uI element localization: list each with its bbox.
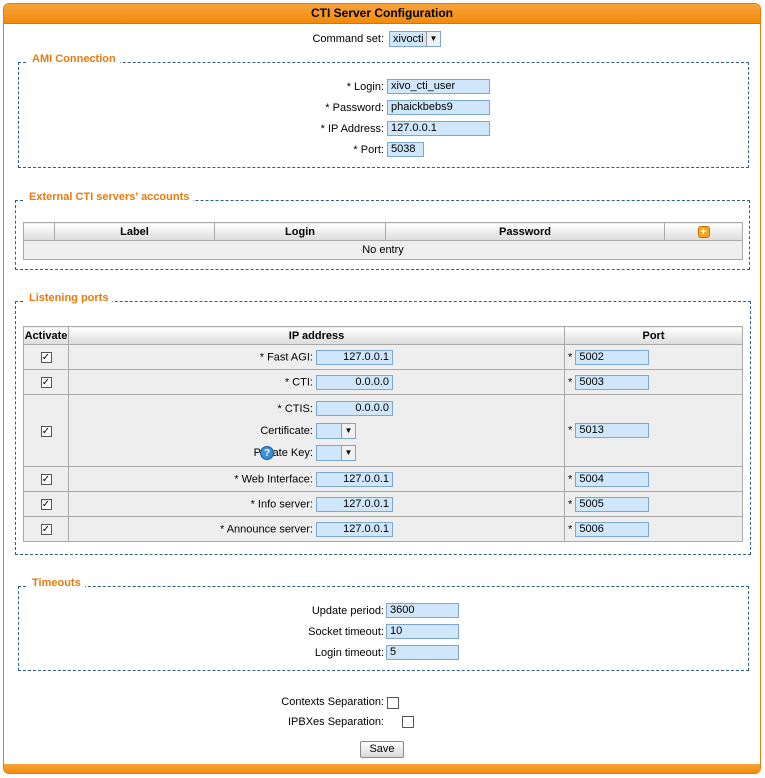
external-col-select [23, 222, 55, 241]
page-title: CTI Server Configuration [4, 4, 760, 24]
fast-agi-label: * Fast AGI: [259, 350, 313, 363]
col-port: Port [564, 326, 743, 345]
port-star: * [568, 497, 573, 510]
listening-ports-legend: Listening ports [25, 292, 113, 304]
command-set-select[interactable]: xivocti ▼ [389, 31, 441, 47]
col-ip-address: IP address [68, 326, 565, 345]
info-server-activate-checkbox[interactable]: ✓ [40, 499, 52, 510]
listening-ports-table: Activate IP address Port ✓ * Fast AGI: 1… [23, 326, 743, 542]
web-interface-activate-checkbox[interactable]: ✓ [40, 474, 52, 485]
ipbxes-separation-checkbox[interactable] [402, 716, 415, 728]
timeouts-legend: Timeouts [28, 577, 85, 589]
cti-ip-input[interactable]: 0.0.0.0 [316, 374, 393, 390]
table-row: ✓ * CTI: 0.0.0.0 * 5003 [23, 369, 743, 395]
announce-server-label: * Announce server: [219, 522, 313, 535]
ipbxes-separation-label: IPBXes Separation: [287, 716, 384, 728]
ami-port-label: * Port: [353, 144, 384, 156]
contexts-separation-label: Contexts Separation: [281, 696, 384, 708]
external-col-login: Login [214, 222, 386, 241]
info-server-ip-input[interactable]: 127.0.0.1 [316, 496, 393, 512]
ctis-port-input[interactable]: 5013 [575, 423, 650, 438]
add-icon[interactable]: + [697, 225, 710, 238]
table-row: ✓ * Info server: 127.0.0.1 * 5005 [23, 491, 743, 517]
cti-port-input[interactable]: 5003 [575, 374, 650, 390]
ami-login-label: * Login: [346, 81, 384, 93]
ami-port-input[interactable]: 5038 [387, 142, 424, 157]
port-star: * [568, 350, 573, 363]
certificate-select[interactable]: ▼ [316, 422, 356, 439]
cti-label: * CTI: [284, 375, 313, 388]
port-star: * [568, 472, 573, 485]
external-accounts-table: Label Login Password + No entry [23, 222, 743, 260]
contexts-separation-checkbox[interactable] [387, 697, 399, 709]
port-star: * [568, 522, 573, 535]
announce-server-port-input[interactable]: 5006 [575, 521, 650, 537]
command-set-label: Command set: [312, 33, 384, 45]
info-server-label: * Info server: [250, 497, 313, 510]
external-empty-row: No entry [23, 240, 743, 260]
table-row: ✓ * Web Interface: 127.0.0.1 * 5004 [23, 466, 743, 492]
cti-config-panel: CTI Server Configuration Command set: xi… [3, 3, 761, 774]
certificate-label: Certificate: [260, 424, 313, 437]
ctis-label: * CTIS: [277, 402, 313, 415]
help-icon[interactable]: ? [260, 445, 274, 460]
chevron-down-icon: ▼ [426, 32, 440, 46]
announce-server-activate-checkbox[interactable]: ✓ [40, 524, 52, 535]
save-button[interactable]: Save [360, 741, 404, 758]
update-period-input[interactable]: 3600 [386, 603, 459, 618]
chevron-down-icon: ▼ [341, 423, 355, 438]
external-cti-legend: External CTI servers' accounts [25, 191, 194, 203]
announce-server-ip-input[interactable]: 127.0.0.1 [316, 521, 393, 537]
private-key-select[interactable]: ▼ [316, 444, 356, 461]
external-col-label: Label [54, 222, 215, 241]
port-star: * [568, 424, 573, 437]
ami-password-input[interactable]: phaickbebs9 [387, 100, 490, 115]
web-interface-ip-input[interactable]: 127.0.0.1 [316, 471, 393, 487]
login-timeout-label: Login timeout: [314, 647, 384, 659]
ami-password-label: * Password: [325, 102, 384, 114]
external-col-add: + [664, 222, 743, 241]
info-server-port-input[interactable]: 5005 [575, 496, 650, 512]
port-star: * [568, 375, 573, 388]
command-set-value: xivocti [393, 33, 424, 45]
col-activate: Activate [23, 326, 69, 345]
fast-agi-ip-input[interactable]: 127.0.0.1 [316, 349, 393, 365]
web-interface-label: * Web Interface: [234, 472, 313, 485]
update-period-label: Update period: [311, 605, 384, 617]
footer-bar [4, 764, 760, 773]
ami-connection-legend: AMI Connection [28, 53, 120, 65]
login-timeout-input[interactable]: 5 [386, 645, 459, 660]
fast-agi-port-input[interactable]: 5002 [575, 349, 650, 365]
ami-ip-label: * IP Address: [320, 123, 384, 135]
external-col-password: Password [385, 222, 665, 241]
ctis-activate-checkbox[interactable]: ✓ [40, 425, 52, 437]
ami-login-input[interactable]: xivo_cti_user [387, 79, 490, 94]
socket-timeout-input[interactable]: 10 [386, 624, 459, 639]
web-interface-port-input[interactable]: 5004 [575, 471, 650, 487]
ami-ip-input[interactable]: 127.0.0.1 [387, 121, 490, 136]
cti-activate-checkbox[interactable]: ✓ [40, 377, 52, 388]
ctis-ip-input[interactable]: 0.0.0.0 [316, 401, 393, 417]
chevron-down-icon: ▼ [341, 445, 355, 460]
table-row: ✓ * Announce server: 127.0.0.1 * 5006 [23, 516, 743, 542]
table-row: ✓ * Fast AGI: 127.0.0.1 * 5002 [23, 344, 743, 370]
fast-agi-activate-checkbox[interactable]: ✓ [40, 352, 52, 363]
socket-timeout-label: Socket timeout: [308, 626, 384, 638]
table-row: ✓ * CTIS: 0.0.0.0 Certificate: ▼ Private… [23, 394, 743, 467]
